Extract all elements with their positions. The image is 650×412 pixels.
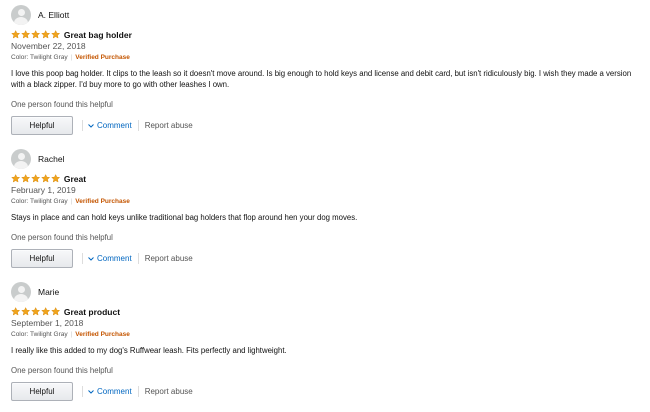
review-card: A. Elliott Great bag holder November 22,… (11, 5, 641, 136)
comment-link[interactable]: Comment (88, 254, 132, 263)
review-date: February 1, 2019 (11, 185, 76, 195)
review-title[interactable]: Great (64, 174, 86, 184)
verified-purchase-badge: Verified Purchase (75, 198, 130, 205)
review-title[interactable]: Great product (64, 307, 120, 317)
product-variant[interactable]: Color: Twilight Gray (11, 331, 68, 338)
star-icon (31, 174, 40, 183)
star-rating (11, 307, 60, 316)
divider (82, 120, 83, 131)
star-rating (11, 174, 60, 183)
star-icon (21, 30, 30, 39)
review-body: I really like this added to my dog's Ruf… (11, 346, 287, 355)
review-header: Great product (11, 306, 641, 317)
review-body: I love this poop bag holder. It clips to… (11, 69, 632, 89)
product-variant[interactable]: Color: Twilight Gray (11, 198, 68, 205)
report-abuse-link[interactable]: Report abuse (145, 387, 193, 396)
star-icon (41, 30, 50, 39)
review-card: Rachel Great February 1, 2019 Color: Twi… (11, 149, 641, 269)
helpful-count: One person found this helpful (11, 233, 113, 242)
star-icon (31, 307, 40, 316)
avatar (11, 5, 31, 25)
star-icon (11, 307, 20, 316)
divider (137, 386, 139, 397)
comment-label: Comment (97, 121, 132, 130)
divider (137, 120, 139, 131)
star-icon (11, 30, 20, 39)
helpful-button[interactable]: Helpful (11, 116, 73, 135)
reviews-list: A. Elliott Great bag holder November 22,… (0, 0, 650, 412)
star-icon (41, 307, 50, 316)
reviewer-name[interactable]: Rachel (38, 154, 64, 164)
review-meta: Color: Twilight Gray | Verified Purchase (11, 330, 641, 339)
review-body: Stays in place and can hold keys unlike … (11, 213, 358, 222)
review-header: Great (11, 173, 641, 184)
star-icon (21, 307, 30, 316)
review-date: November 22, 2018 (11, 41, 86, 51)
chevron-down-icon (88, 389, 94, 394)
helpful-button[interactable]: Helpful (11, 249, 73, 268)
verified-purchase-badge: Verified Purchase (75, 331, 130, 338)
helpful-count: One person found this helpful (11, 100, 113, 109)
review-actions: Helpful Comment Report abuse (11, 248, 641, 269)
comment-label: Comment (97, 387, 132, 396)
comment-link[interactable]: Comment (88, 121, 132, 130)
divider: | (70, 54, 73, 61)
review-title[interactable]: Great bag holder (64, 30, 132, 40)
chevron-down-icon (88, 123, 94, 128)
reviewer-profile[interactable]: Rachel (11, 149, 641, 169)
review-actions: Helpful Comment Report abuse (11, 115, 641, 136)
divider (82, 253, 83, 264)
avatar (11, 282, 31, 302)
comment-label: Comment (97, 254, 132, 263)
review-header: Great bag holder (11, 29, 641, 40)
review-meta: Color: Twilight Gray | Verified Purchase (11, 53, 641, 62)
review-actions: Helpful Comment Report abuse (11, 381, 641, 402)
report-abuse-link[interactable]: Report abuse (145, 121, 193, 130)
divider (82, 386, 83, 397)
star-rating (11, 30, 60, 39)
reviewer-name[interactable]: A. Elliott (38, 10, 69, 20)
divider: | (70, 198, 73, 205)
star-icon (41, 174, 50, 183)
review-date: September 1, 2018 (11, 318, 84, 328)
star-icon (21, 174, 30, 183)
divider: | (70, 331, 73, 338)
star-icon (51, 30, 60, 39)
helpful-count: One person found this helpful (11, 366, 113, 375)
avatar (11, 149, 31, 169)
review-card: Marie Great product September 1, 2018 Co… (11, 282, 641, 402)
review-meta: Color: Twilight Gray | Verified Purchase (11, 197, 641, 206)
product-variant[interactable]: Color: Twilight Gray (11, 54, 68, 61)
helpful-button[interactable]: Helpful (11, 382, 73, 401)
star-icon (11, 174, 20, 183)
star-icon (31, 30, 40, 39)
star-icon (51, 174, 60, 183)
divider (137, 253, 139, 264)
chevron-down-icon (88, 256, 94, 261)
verified-purchase-badge: Verified Purchase (75, 54, 130, 61)
comment-link[interactable]: Comment (88, 387, 132, 396)
star-icon (51, 307, 60, 316)
reviewer-name[interactable]: Marie (38, 287, 59, 297)
reviewer-profile[interactable]: A. Elliott (11, 5, 641, 25)
report-abuse-link[interactable]: Report abuse (145, 254, 193, 263)
reviewer-profile[interactable]: Marie (11, 282, 641, 302)
